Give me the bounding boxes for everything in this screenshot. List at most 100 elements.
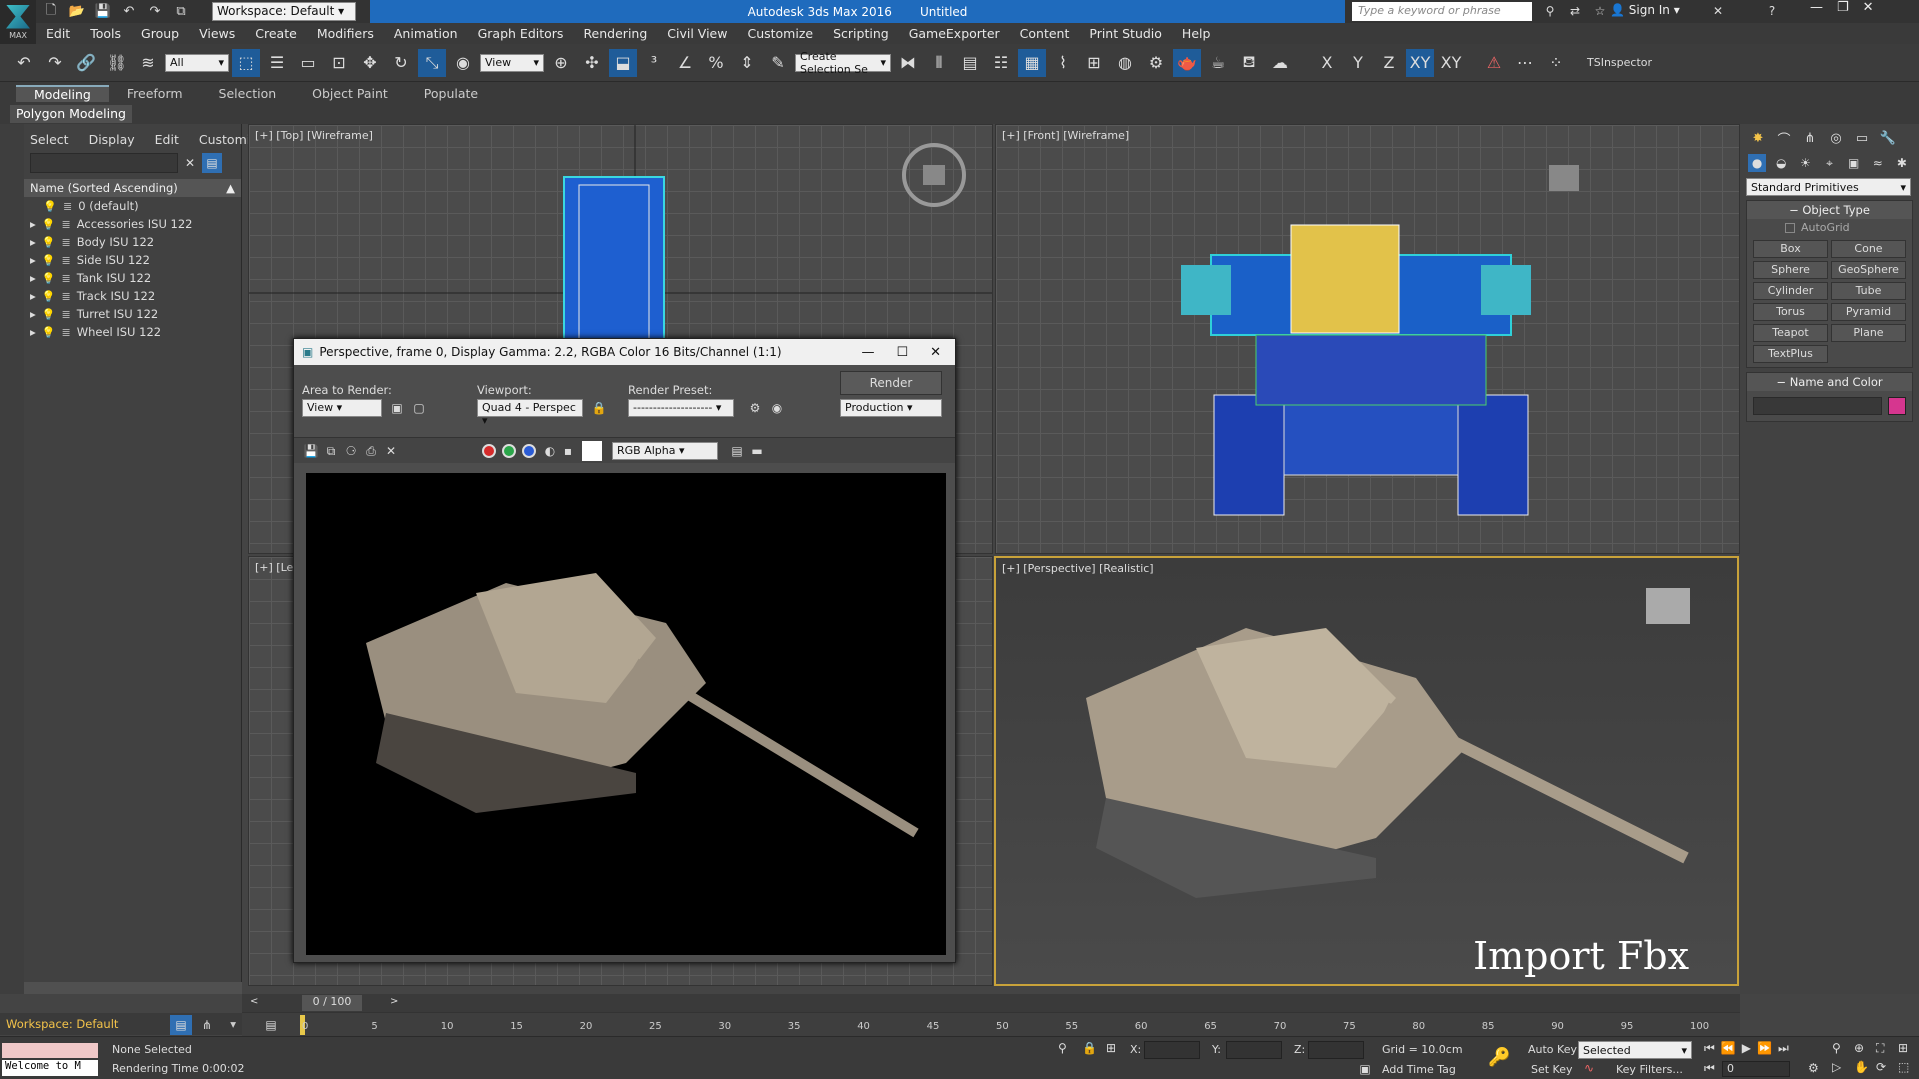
scene-menu-edit[interactable]: Edit (155, 132, 179, 147)
alpha-channel-icon[interactable]: ◐ (542, 442, 558, 460)
menu-item-help[interactable]: Help (1172, 26, 1221, 41)
zoom-extents-icon[interactable]: ⛶ (1876, 1041, 1894, 1056)
render-button[interactable]: Render (840, 371, 942, 395)
close-icon[interactable]: ✕ (930, 345, 941, 360)
layer-row[interactable]: 💡 ≣ 0 (default) (24, 197, 241, 215)
expand-icon[interactable]: ▸ (30, 271, 36, 285)
maxscript-input[interactable]: Welcome to M (2, 1060, 98, 1076)
ribbon-tab-selection[interactable]: Selection (201, 86, 295, 101)
window-crossing-icon[interactable]: ⊡ (325, 49, 353, 77)
select-object-icon[interactable]: ⬚ (232, 48, 260, 77)
array-icon[interactable]: ⚠ (1480, 49, 1508, 77)
exchange-icon[interactable]: ⇄ (1565, 2, 1585, 20)
rotate-icon[interactable]: ↻ (387, 49, 415, 77)
menu-item-customize[interactable]: Customize (737, 26, 823, 41)
menu-item-modifiers[interactable]: Modifiers (307, 26, 384, 41)
menu-item-create[interactable]: Create (245, 26, 307, 41)
maxscript-listener-top[interactable] (2, 1043, 98, 1058)
lights-icon[interactable]: ☀ (1796, 154, 1814, 172)
scale-icon[interactable]: ⤡ (418, 48, 446, 77)
select-by-name-icon[interactable]: ☰ (263, 49, 291, 77)
track-bar[interactable]: ▤ 0 5 10 15 20 25 30 35 40 45 50 55 60 65 70 75 80 85 90 95… (242, 1012, 1740, 1036)
search-input[interactable]: Type a keyword or phrase (1352, 2, 1532, 21)
render-iterative-icon[interactable]: ⛾ (1235, 49, 1263, 77)
undo-icon[interactable]: ↶ (10, 49, 38, 77)
red-channel-toggle[interactable] (482, 444, 496, 458)
undo-icon[interactable]: ↶ (118, 2, 140, 22)
snap-3d-icon[interactable]: ³ (640, 49, 668, 77)
spinner-snap-icon[interactable]: ⇕ (733, 49, 761, 77)
layer-row[interactable]: ▸ 💡 ≣ Side ISU 122 (24, 251, 241, 269)
material-editor-icon[interactable]: ◍ (1111, 49, 1139, 77)
print-icon[interactable]: ⎙ (362, 442, 380, 460)
workspace-dropdown[interactable]: Workspace: Default ▾ (212, 2, 356, 21)
layer-row[interactable]: ▸ 💡 ≣ Track ISU 122 (24, 287, 241, 305)
rendered-frame-window-icon[interactable]: 🫖 (1173, 48, 1201, 77)
scene-explorer-icon[interactable]: ▤ (956, 49, 984, 77)
primitive-category-dropdown[interactable]: Standard Primitives ▾ (1746, 178, 1911, 196)
render-cloud-icon[interactable]: ☁ (1266, 49, 1294, 77)
clear-icon[interactable]: ✕ (182, 156, 198, 170)
menu-item-tools[interactable]: Tools (80, 26, 131, 41)
box-button[interactable]: Box (1753, 240, 1828, 258)
systems-icon[interactable]: ✱ (1893, 154, 1911, 172)
key-mode-toggle-icon[interactable]: ⏮ (1704, 1061, 1715, 1076)
tsinspector-label[interactable]: TSInspector (1587, 56, 1652, 69)
sign-in-button[interactable]: 👤 Sign In ▾ (1610, 3, 1680, 17)
viewport-front[interactable]: [+] [Front] [Wireframe] (995, 124, 1740, 554)
blue-channel-toggle[interactable] (522, 444, 536, 458)
ribbon-tab-populate[interactable]: Populate (406, 86, 496, 101)
help-icon[interactable]: ? (1762, 2, 1782, 20)
ribbon-tab-object-paint[interactable]: Object Paint (294, 86, 406, 101)
layer-filter-icon[interactable]: ▤ (202, 153, 222, 173)
angle-snap-icon[interactable]: ∠ (671, 49, 699, 77)
minimize-icon[interactable]: — (1810, 0, 1823, 15)
axis-xy-cycle-button[interactable]: XY (1437, 49, 1465, 77)
save-image-icon[interactable]: 💾 (302, 442, 320, 460)
lightbulb-icon[interactable]: 💡 (42, 236, 56, 249)
lightbulb-icon[interactable]: 💡 (42, 326, 56, 339)
geometry-icon[interactable]: ● (1748, 154, 1767, 172)
go-to-end-icon[interactable]: ⏭ (1778, 1041, 1789, 1056)
maximize-viewport-icon[interactable]: ⬚ (1898, 1060, 1916, 1074)
copy-image-icon[interactable]: ⧉ (322, 442, 340, 460)
next-frame-icon[interactable]: > (390, 996, 398, 1007)
menu-item-graph-editors[interactable]: Graph Editors (468, 26, 574, 41)
x-coord-field[interactable] (1144, 1041, 1200, 1059)
orbit-icon[interactable]: ⟳ (1876, 1060, 1894, 1074)
sphere-button[interactable]: Sphere (1753, 261, 1828, 279)
x-icon[interactable]: ✕ (1708, 2, 1728, 20)
project-folder-icon[interactable]: ⧉ (170, 2, 192, 22)
ribbon-tab-modeling[interactable]: Modeling (16, 84, 109, 102)
monochrome-icon[interactable]: ▪ (560, 442, 576, 460)
geosphere-button[interactable]: GeoSphere (1831, 261, 1906, 279)
scene-menu-select[interactable]: Select (30, 132, 69, 147)
expand-icon[interactable]: ▸ (30, 325, 36, 339)
plane-button[interactable]: Plane (1831, 324, 1906, 342)
object-color-swatch[interactable] (1888, 397, 1906, 415)
modify-tab-icon[interactable]: ⌒ (1774, 128, 1794, 148)
area-to-render-dropdown[interactable]: View ▾ (302, 399, 382, 417)
name-color-header[interactable]: − Name and Color (1747, 373, 1912, 391)
time-config-icon[interactable]: ⚙ (1808, 1061, 1819, 1075)
next-frame-icon[interactable]: ⏩ (1757, 1041, 1772, 1056)
maximize-icon[interactable]: ☐ (896, 345, 908, 360)
mini-curve-editor-icon[interactable]: ▤ (262, 1016, 280, 1034)
curve-editor-icon[interactable]: ⌇ (1049, 49, 1077, 77)
mirror-icon[interactable]: ⧓ (894, 49, 922, 77)
toggle-ui-overlay-icon[interactable]: ▤ (728, 442, 746, 460)
spacing-icon[interactable]: ⋯ (1511, 49, 1539, 77)
bind-space-warp-icon[interactable]: ≋ (134, 49, 162, 77)
redo-icon[interactable]: ↷ (41, 49, 69, 77)
app-logo[interactable]: MAX (0, 0, 36, 44)
lightbulb-icon[interactable]: 💡 (42, 218, 56, 231)
render-production-icon[interactable]: ☕ (1204, 49, 1232, 77)
lock-selection-icon[interactable]: 🔒 (1082, 1041, 1097, 1055)
redo-icon[interactable]: ↷ (144, 2, 166, 22)
key-filters-button[interactable]: Key Filters... (1616, 1063, 1683, 1076)
tube-button[interactable]: Tube (1831, 282, 1906, 300)
layer-row[interactable]: ▸ 💡 ≣ Body ISU 122 (24, 233, 241, 251)
key-icon[interactable]: 🔑 (1488, 1047, 1510, 1068)
close-icon[interactable]: ✕ (1863, 0, 1874, 15)
lightbulb-icon[interactable]: 💡 (42, 272, 56, 285)
